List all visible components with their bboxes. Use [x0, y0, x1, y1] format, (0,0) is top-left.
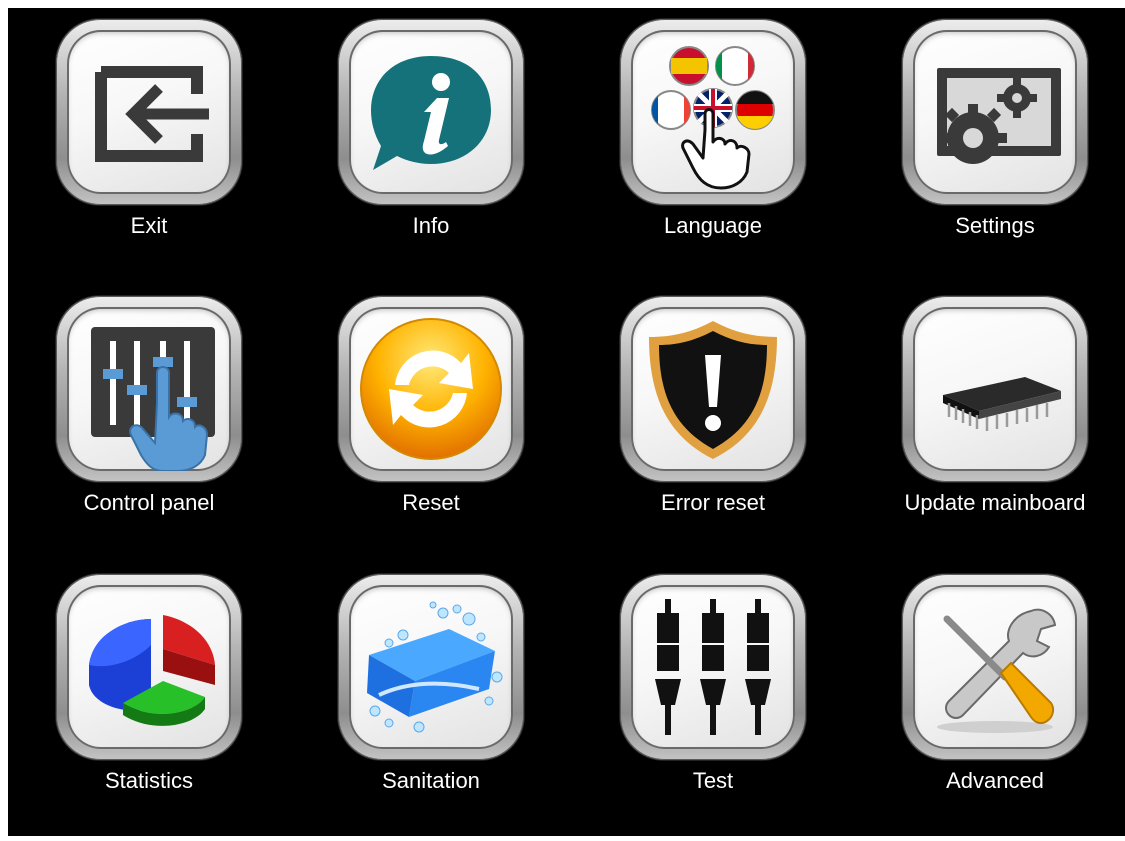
advanced-button[interactable] — [902, 574, 1088, 760]
menu-tile-control-panel: Control panel — [8, 285, 288, 535]
language-button[interactable] — [620, 19, 806, 205]
menu-tile-language: Language — [572, 8, 852, 258]
settings-icon — [937, 68, 1061, 164]
menu-tile-settings: Settings — [854, 8, 1125, 258]
statistics-label: Statistics — [104, 768, 194, 793]
test-label: Test — [692, 768, 734, 793]
error-reset-label: Error reset — [661, 490, 765, 515]
menu-tile-statistics: Statistics — [8, 563, 288, 813]
language-icon — [651, 46, 775, 190]
test-button[interactable] — [620, 574, 806, 760]
reset-icon — [360, 318, 502, 460]
test-plugs-icon — [655, 599, 771, 735]
control-panel-label: Control panel — [83, 490, 215, 515]
menu-tile-info: Info — [290, 8, 570, 258]
menu-tile-advanced: Advanced — [854, 563, 1125, 813]
settings-button[interactable] — [902, 19, 1088, 205]
menu-tile-reset: Reset — [290, 285, 570, 535]
statistics-button[interactable] — [56, 574, 242, 760]
sanitation-label: Sanitation — [382, 768, 480, 793]
info-icon — [371, 56, 491, 170]
update-mainboard-label: Update mainboard — [904, 490, 1086, 515]
info-button[interactable] — [338, 19, 524, 205]
exit-button[interactable] — [56, 19, 242, 205]
advanced-label: Advanced — [946, 768, 1044, 793]
tools-icon — [937, 608, 1057, 733]
settings-label: Settings — [955, 213, 1035, 238]
menu-tile-test: Test — [572, 563, 852, 813]
exit-label: Exit — [130, 213, 168, 238]
menu-tile-update-mainboard: Update mainboard — [854, 285, 1125, 535]
reset-button[interactable] — [338, 296, 524, 482]
control-panel-icon — [91, 327, 215, 471]
error-reset-icon — [649, 321, 777, 459]
menu-tile-exit: Exit — [8, 8, 288, 258]
chip-icon — [943, 377, 1061, 431]
language-label: Language — [664, 213, 762, 238]
main-menu-screen: Exit Info Language Settings Control pane… — [8, 8, 1125, 836]
reset-label: Reset — [402, 490, 460, 515]
info-label: Info — [412, 213, 450, 238]
menu-tile-sanitation: Sanitation — [290, 563, 570, 813]
error-reset-button[interactable] — [620, 296, 806, 482]
pie-chart-icon — [89, 615, 215, 726]
control-panel-button[interactable] — [56, 296, 242, 482]
sanitation-button[interactable] — [338, 574, 524, 760]
sanitation-icon — [367, 601, 503, 733]
menu-tile-error-reset: Error reset — [572, 285, 852, 535]
exit-icon — [95, 66, 209, 162]
update-mainboard-button[interactable] — [902, 296, 1088, 482]
